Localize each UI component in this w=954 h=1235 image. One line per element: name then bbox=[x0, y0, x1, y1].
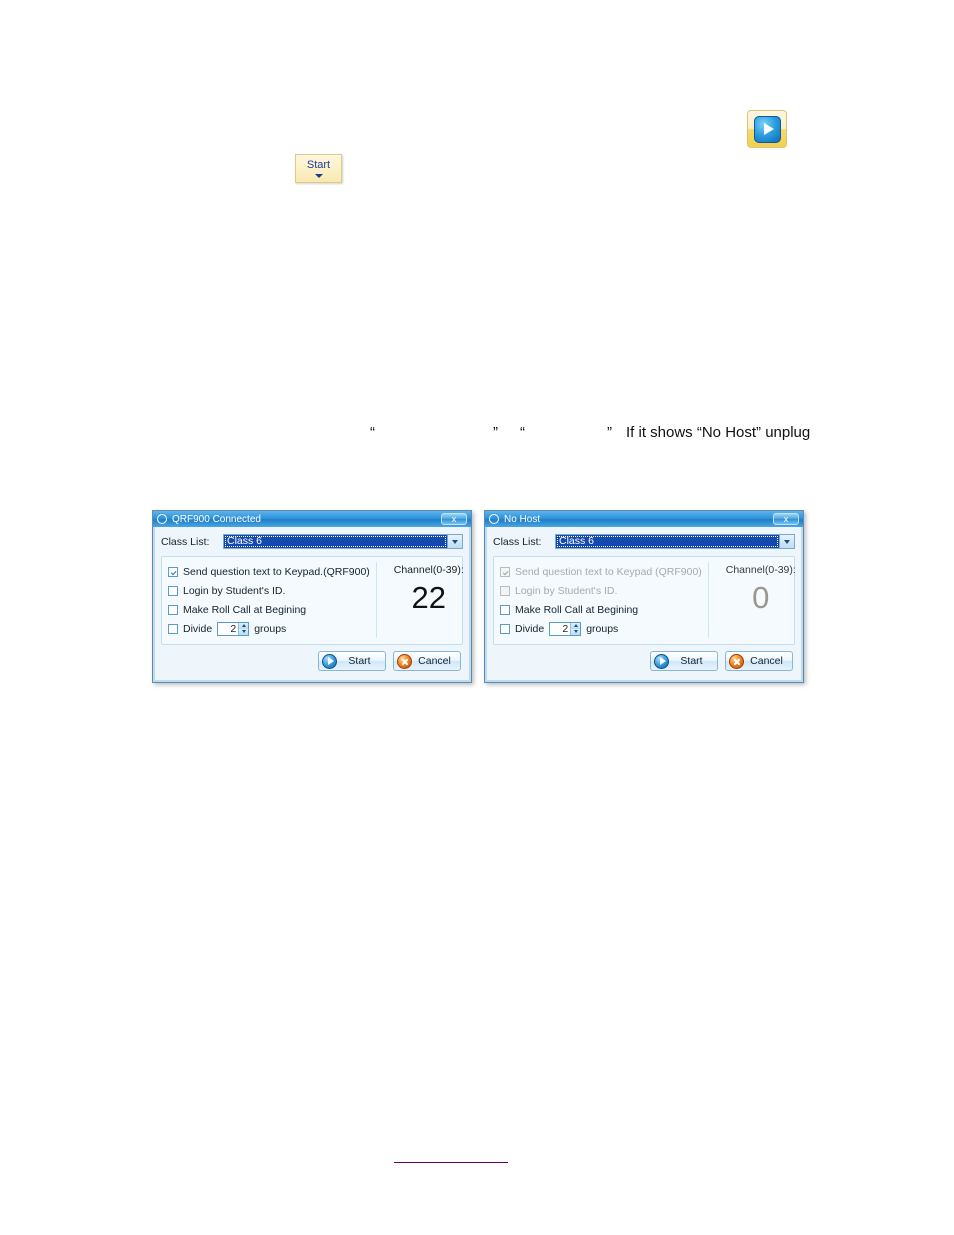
options-panel: Send question text to Keypad.(QRF900) Lo… bbox=[161, 556, 464, 645]
divide-label: Divide bbox=[515, 622, 545, 635]
channel-display: Channel(0-39): 22 bbox=[377, 562, 481, 638]
option-label: Send question text to Keypad.(QRF900) bbox=[183, 565, 370, 578]
stepper-buttons[interactable] bbox=[238, 622, 249, 635]
checkbox-send-question-text bbox=[500, 566, 510, 577]
dialog-body: Class List: Class 6 Send question text t… bbox=[153, 527, 471, 679]
play-icon bbox=[322, 653, 337, 669]
options-panel: Send question text to Keypad (QRF900) Lo… bbox=[493, 556, 796, 645]
option-send-question-text: Send question text to Keypad (QRF900) bbox=[500, 562, 702, 581]
dialog-body: Class List: Class 6 Send question text t… bbox=[485, 527, 803, 679]
close-quote-1: ” bbox=[493, 424, 498, 441]
options-list: Send question text to Keypad.(QRF900) Lo… bbox=[168, 562, 377, 638]
dialog-footer: Start Cancel bbox=[161, 645, 463, 673]
cancel-button-label: Cancel bbox=[418, 655, 451, 667]
stepper-buttons[interactable] bbox=[570, 622, 581, 635]
checkbox-make-roll-call[interactable] bbox=[500, 604, 510, 615]
option-label: Make Roll Call at Begining bbox=[183, 603, 307, 616]
dialog-qrf900-connected[interactable]: QRF900 Connected x Class List: Class 6 S… bbox=[152, 510, 472, 683]
cancel-x-icon bbox=[397, 653, 412, 669]
instruction-paragraph: “ ” “ ” If it shows “No Host” unplug bbox=[370, 423, 810, 443]
checkbox-send-question-text[interactable] bbox=[168, 566, 178, 577]
cancel-button[interactable]: Cancel bbox=[393, 651, 461, 671]
option-label: Send question text to Keypad (QRF900) bbox=[515, 565, 702, 578]
dialog-titlebar[interactable]: No Host x bbox=[485, 511, 803, 527]
divide-suffix-label: groups bbox=[586, 622, 619, 635]
spinner-down-icon[interactable] bbox=[239, 628, 249, 635]
class-list-label: Class List: bbox=[161, 535, 210, 548]
option-make-roll-call[interactable]: Make Roll Call at Begining bbox=[168, 600, 370, 619]
option-make-roll-call[interactable]: Make Roll Call at Begining bbox=[500, 600, 702, 619]
start-button[interactable]: Start bbox=[318, 651, 386, 671]
class-list-combobox[interactable]: Class 6 bbox=[555, 534, 795, 549]
spinner-down-icon[interactable] bbox=[571, 628, 581, 635]
option-label: Make Roll Call at Begining bbox=[515, 603, 639, 616]
checkbox-divide-groups[interactable] bbox=[168, 623, 178, 634]
dialog-no-host[interactable]: No Host x Class List: Class 6 Send quest… bbox=[484, 510, 804, 683]
channel-display: Channel(0-39): 0 bbox=[709, 562, 813, 638]
class-list-label: Class List: bbox=[493, 535, 542, 548]
close-icon[interactable]: x bbox=[441, 513, 467, 525]
checkbox-login-by-student-id[interactable] bbox=[168, 585, 178, 596]
start-split-button[interactable]: Start bbox=[295, 154, 342, 183]
channel-label: Channel(0-39): bbox=[393, 564, 464, 576]
class-list-value: Class 6 bbox=[556, 535, 779, 548]
close-quote-2: ” bbox=[607, 424, 612, 441]
option-login-by-student-id: Login by Student's ID. bbox=[500, 581, 702, 600]
cancel-button[interactable]: Cancel bbox=[725, 651, 793, 671]
class-list-row: Class List: Class 6 bbox=[161, 534, 463, 549]
channel-label: Channel(0-39): bbox=[725, 564, 796, 576]
start-button[interactable]: Start bbox=[650, 651, 718, 671]
divide-groups-stepper[interactable]: 2 bbox=[549, 621, 582, 636]
open-quote-2: “ bbox=[520, 424, 525, 441]
dialog-title: No Host bbox=[504, 513, 541, 525]
checkbox-make-roll-call[interactable] bbox=[168, 604, 178, 615]
start-button-label: Start bbox=[348, 655, 371, 667]
close-icon[interactable]: x bbox=[773, 513, 799, 525]
dialog-titlebar[interactable]: QRF900 Connected x bbox=[153, 511, 471, 527]
option-label: Login by Student's ID. bbox=[183, 584, 286, 597]
option-label: Login by Student's ID. bbox=[515, 584, 618, 597]
divide-label: Divide bbox=[183, 622, 213, 635]
option-send-question-text[interactable]: Send question text to Keypad.(QRF900) bbox=[168, 562, 370, 581]
footer-hyperlink[interactable] bbox=[394, 1149, 508, 1163]
chevron-down-icon[interactable] bbox=[779, 535, 794, 548]
option-login-by-student-id[interactable]: Login by Student's ID. bbox=[168, 581, 370, 600]
channel-value: 22 bbox=[411, 580, 447, 615]
play-icon bbox=[654, 653, 669, 669]
options-list: Send question text to Keypad (QRF900) Lo… bbox=[500, 562, 709, 638]
chevron-down-icon[interactable] bbox=[447, 535, 462, 548]
divide-groups-value: 2 bbox=[562, 622, 569, 635]
toolbar-play-button[interactable] bbox=[747, 110, 787, 148]
class-list-row: Class List: Class 6 bbox=[493, 534, 795, 549]
option-divide-groups[interactable]: Divide 2 groups bbox=[500, 619, 702, 638]
class-list-combobox[interactable]: Class 6 bbox=[223, 534, 463, 549]
cancel-button-label: Cancel bbox=[750, 655, 783, 667]
open-quote-1: “ bbox=[370, 424, 375, 441]
dialog-title: QRF900 Connected bbox=[172, 513, 261, 525]
divide-groups-stepper[interactable]: 2 bbox=[217, 621, 250, 636]
instruction-tail-text: If it shows “No Host” unplug bbox=[626, 424, 811, 441]
play-icon bbox=[753, 115, 781, 143]
option-divide-groups[interactable]: Divide 2 groups bbox=[168, 619, 370, 638]
class-list-value: Class 6 bbox=[224, 535, 447, 548]
start-button-label: Start bbox=[680, 655, 703, 667]
caret-down-icon bbox=[314, 174, 323, 178]
checkbox-divide-groups[interactable] bbox=[500, 623, 510, 634]
dialog-footer: Start Cancel bbox=[493, 645, 795, 673]
start-split-button-label: Start bbox=[306, 159, 331, 171]
checkbox-login-by-student-id bbox=[500, 585, 510, 596]
channel-value: 0 bbox=[752, 580, 770, 615]
divide-groups-value: 2 bbox=[230, 622, 237, 635]
app-circle-icon bbox=[157, 514, 167, 524]
divide-suffix-label: groups bbox=[254, 622, 287, 635]
app-circle-icon bbox=[489, 514, 499, 524]
cancel-x-icon bbox=[729, 653, 744, 669]
